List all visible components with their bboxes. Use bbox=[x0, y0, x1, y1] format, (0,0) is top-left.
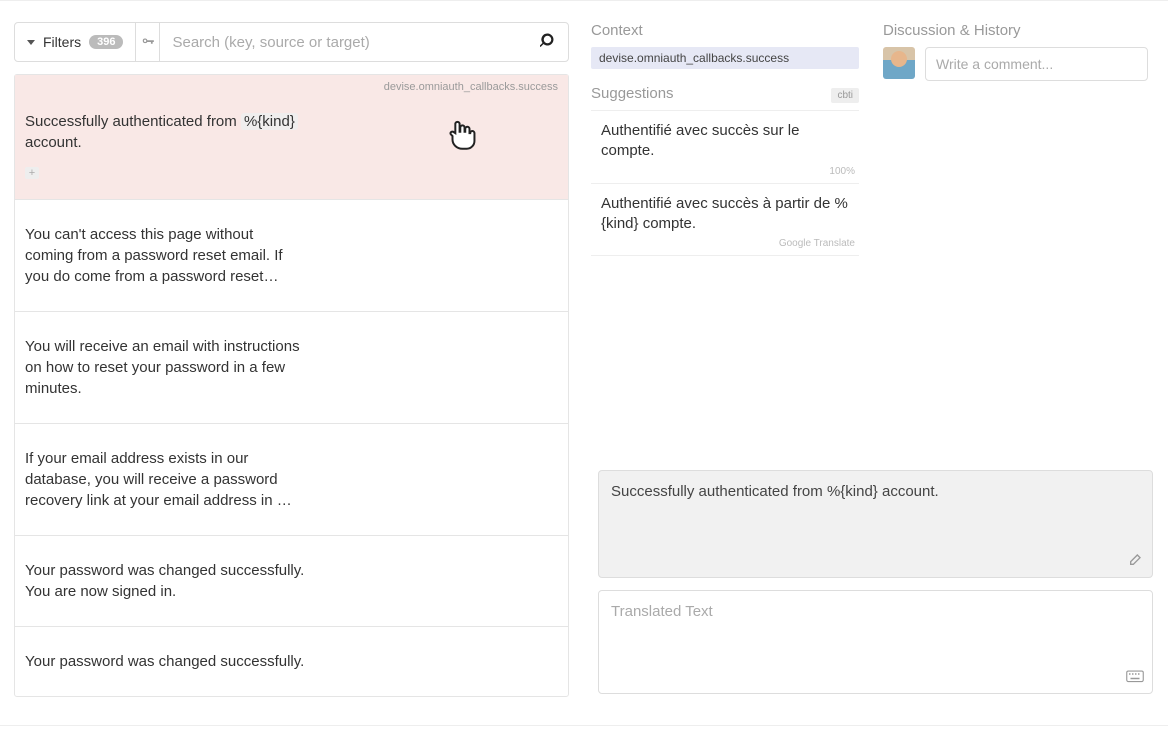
suggestions-source-badge: cbti bbox=[831, 88, 859, 103]
row-variable: %{kind} bbox=[241, 113, 298, 130]
row-text: You can't access this page without comin… bbox=[25, 224, 305, 287]
suggestions-title: Suggestions bbox=[591, 85, 859, 102]
string-row-selected[interactable]: devise.omniauth_callbacks.success Succes… bbox=[15, 75, 568, 200]
translation-input[interactable] bbox=[599, 591, 1152, 693]
context-title: Context bbox=[591, 22, 859, 39]
row-text-post: account. bbox=[25, 134, 82, 151]
string-row[interactable]: You can't access this page without comin… bbox=[15, 200, 568, 312]
key-icon bbox=[141, 35, 155, 49]
suggestion-item[interactable]: Authentifié avec succès à partir de % {k… bbox=[591, 184, 859, 257]
suggestion-text: Authentifié avec succès sur le compte. bbox=[591, 121, 859, 162]
strings-panel: Filters 396 devise.omniauth_callbacks.su… bbox=[0, 6, 585, 725]
key-toggle-button[interactable] bbox=[136, 23, 160, 61]
suggestion-meta: Google Translate bbox=[591, 234, 859, 249]
translation-boxes: Successfully authenticated from %{kind} … bbox=[598, 470, 1153, 694]
avatar bbox=[883, 47, 915, 79]
filters-button[interactable]: Filters 396 bbox=[15, 23, 136, 61]
cursor-hand-icon bbox=[444, 119, 478, 156]
edit-source-icon[interactable] bbox=[1128, 551, 1144, 571]
string-row[interactable]: Your password was changed successfully. … bbox=[15, 536, 568, 627]
row-text: You will receive an email with instructi… bbox=[25, 336, 305, 399]
discussion-title: Discussion & History bbox=[883, 22, 1148, 39]
source-text: Successfully authenticated from %{kind} … bbox=[611, 483, 939, 500]
comment-composer bbox=[883, 47, 1148, 81]
source-text-box: Successfully authenticated from %{kind} … bbox=[598, 470, 1153, 578]
suggestions-list: cbti Authentifié avec succès sur le comp… bbox=[591, 110, 859, 256]
search-wrapper bbox=[160, 23, 568, 61]
row-text: Your password was changed successfully. … bbox=[25, 560, 305, 602]
filter-count-badge: 396 bbox=[89, 35, 123, 49]
target-text-box bbox=[598, 590, 1153, 694]
strings-list: devise.omniauth_callbacks.success Succes… bbox=[14, 74, 569, 697]
chevron-down-icon bbox=[27, 40, 35, 45]
string-row[interactable]: If your email address exists in our data… bbox=[15, 424, 568, 536]
search-input[interactable] bbox=[170, 33, 540, 52]
suggestion-item[interactable]: Authentifié avec succès sur le compte. 1… bbox=[591, 110, 859, 184]
row-text: If your email address exists in our data… bbox=[25, 448, 305, 511]
keyboard-icon[interactable] bbox=[1126, 670, 1144, 687]
toolbar: Filters 396 bbox=[14, 22, 569, 62]
add-tag-button[interactable]: + bbox=[25, 167, 39, 179]
suggestion-meta: 100% bbox=[591, 162, 859, 177]
context-key: devise.omniauth_callbacks.success bbox=[591, 47, 859, 69]
row-keypath: devise.omniauth_callbacks.success bbox=[384, 81, 558, 93]
suggestion-text: Authentifié avec succès à partir de % {k… bbox=[591, 194, 859, 235]
row-text: Successfully authenticated from %{kind} … bbox=[25, 111, 305, 153]
string-row[interactable]: Your password was changed successfully. bbox=[15, 627, 568, 696]
comment-input[interactable] bbox=[925, 47, 1148, 81]
row-text: Your password was changed successfully. bbox=[25, 651, 305, 672]
row-text-pre: Successfully authenticated from bbox=[25, 113, 241, 130]
filters-label: Filters bbox=[43, 34, 81, 50]
search-icon[interactable] bbox=[540, 32, 558, 53]
string-row[interactable]: You will receive an email with instructi… bbox=[15, 312, 568, 424]
